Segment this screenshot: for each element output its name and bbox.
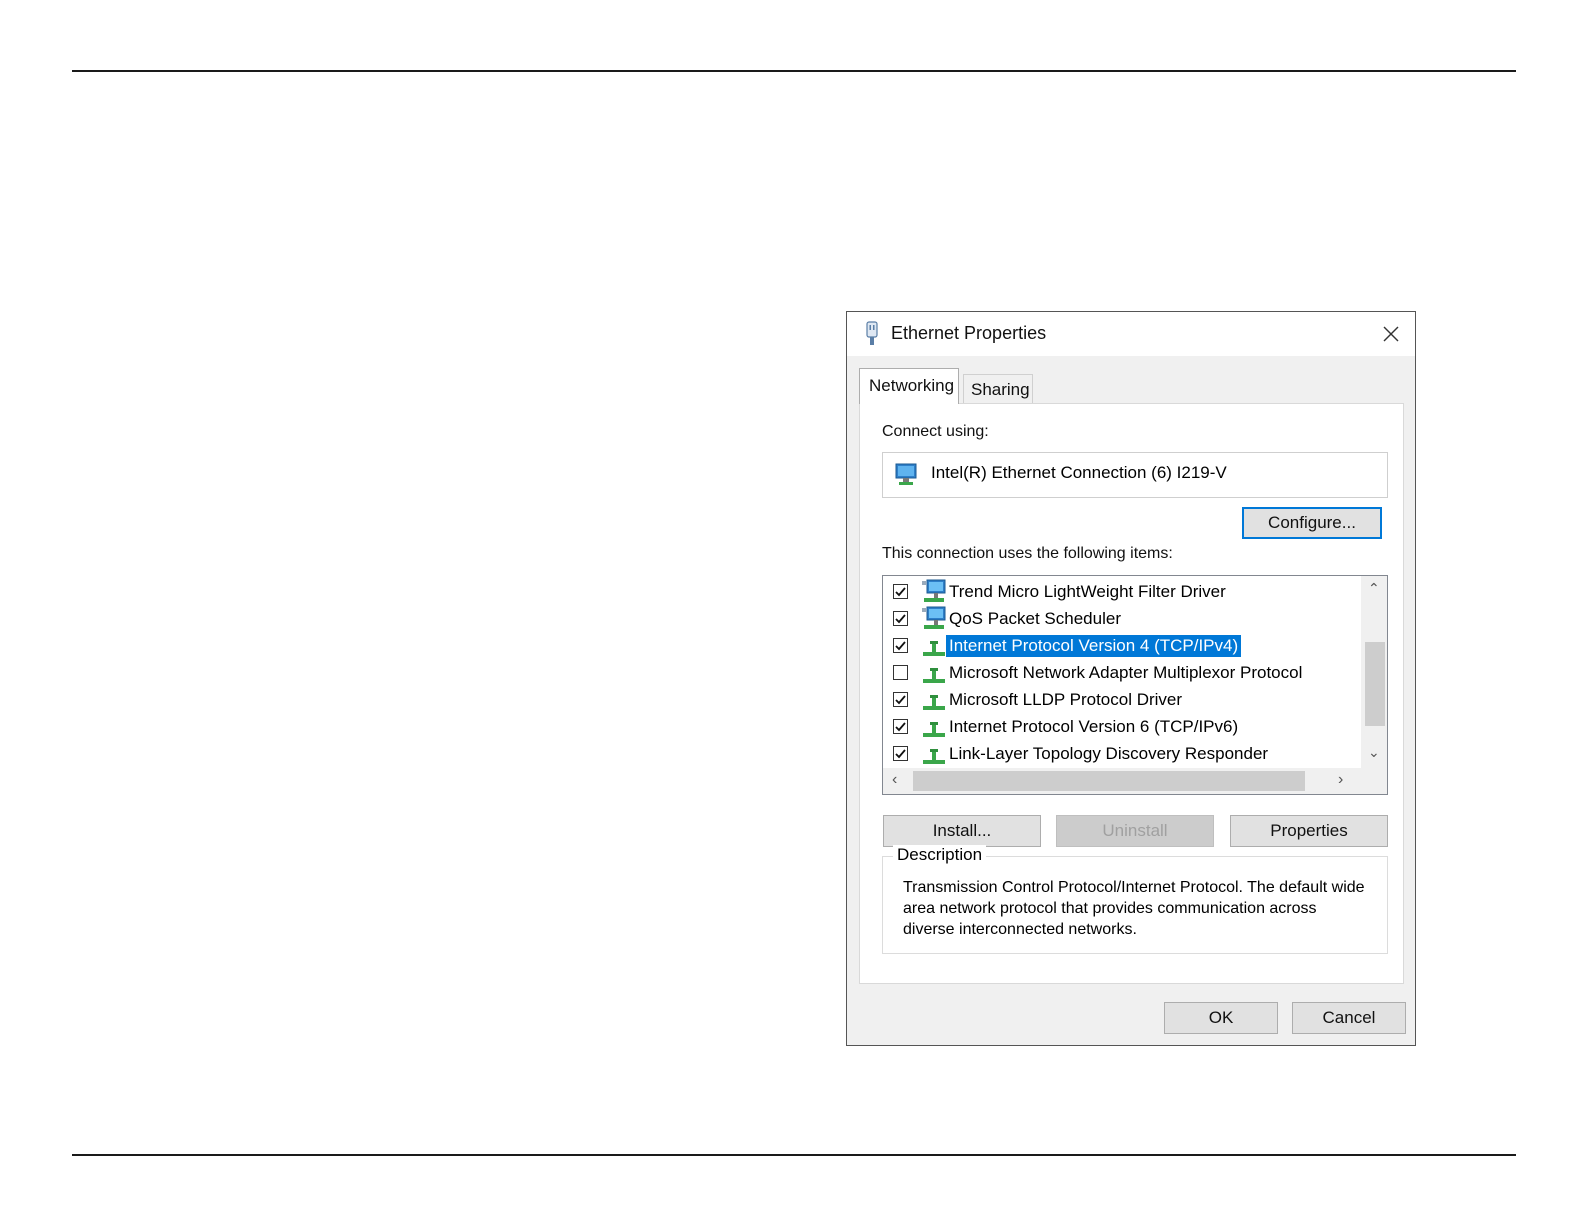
uninstall-button[interactable]: Uninstall: [1056, 815, 1214, 847]
list-item[interactable]: QoS Packet Scheduler: [883, 606, 1353, 633]
adapter-name: Intel(R) Ethernet Connection (6) I219-V: [931, 463, 1227, 482]
cancel-button[interactable]: Cancel: [1292, 1002, 1406, 1034]
horizontal-scroll-thumb[interactable]: [913, 771, 1305, 791]
scroll-right-icon[interactable]: ›: [1338, 771, 1343, 789]
networking-panel: Connect using: Intel(R) Ethernet Connect…: [859, 403, 1404, 984]
item-checkbox[interactable]: [893, 611, 908, 626]
title-bar: Ethernet Properties: [847, 312, 1415, 356]
list-item[interactable]: Internet Protocol Version 6 (TCP/IPv6): [883, 714, 1353, 741]
item-label: Internet Protocol Version 4 (TCP/IPv4): [946, 635, 1242, 657]
scroll-down-icon[interactable]: ⌄: [1368, 744, 1380, 761]
list-item[interactable]: Microsoft LLDP Protocol Driver: [883, 687, 1353, 714]
item-label: QoS Packet Scheduler: [949, 609, 1121, 628]
item-label: Internet Protocol Version 6 (TCP/IPv6): [949, 717, 1239, 736]
dialog-title: Ethernet Properties: [891, 323, 1047, 343]
network-service-icon: [921, 606, 947, 632]
items-label: This connection uses the following items…: [882, 545, 1173, 562]
close-icon[interactable]: [1373, 316, 1409, 352]
description-text: Transmission Control Protocol/Internet P…: [903, 879, 1365, 938]
items-list[interactable]: Trend Micro LightWeight Filter Driver QoS…: [882, 575, 1388, 795]
tab-networking[interactable]: Networking: [859, 368, 959, 404]
network-protocol-icon: [921, 633, 947, 659]
scrollbar-corner: [1361, 768, 1387, 794]
configure-button[interactable]: Configure...: [1242, 507, 1382, 539]
install-button[interactable]: Install...: [883, 815, 1041, 847]
item-checkbox[interactable]: [893, 719, 908, 734]
item-checkbox[interactable]: [893, 692, 908, 707]
list-item[interactable]: Microsoft Network Adapter Multiplexor Pr…: [883, 660, 1353, 687]
ethernet-properties-dialog: Ethernet Properties Networking Sharing C…: [846, 311, 1416, 1046]
network-service-icon: [921, 579, 947, 605]
ok-button[interactable]: OK: [1164, 1002, 1278, 1034]
item-checkbox[interactable]: [893, 638, 908, 653]
vertical-scroll-thumb[interactable]: [1365, 642, 1385, 726]
properties-button[interactable]: Properties: [1230, 815, 1388, 847]
item-checkbox[interactable]: [893, 584, 908, 599]
network-adapter-icon: [895, 463, 917, 485]
adapter-field: Intel(R) Ethernet Connection (6) I219-V: [882, 452, 1388, 498]
top-rule: [72, 70, 1516, 72]
list-item[interactable]: Trend Micro LightWeight Filter Driver: [883, 579, 1353, 606]
bottom-rule: [72, 1154, 1516, 1156]
network-protocol-icon: [921, 687, 947, 713]
list-item[interactable]: Internet Protocol Version 4 (TCP/IPv4): [883, 633, 1353, 660]
scroll-up-icon[interactable]: ⌃: [1368, 580, 1380, 597]
item-checkbox[interactable]: [893, 746, 908, 761]
connect-using-label: Connect using:: [882, 423, 989, 440]
item-label: Link-Layer Topology Discovery Responder: [949, 744, 1269, 763]
list-item[interactable]: Link-Layer Topology Discovery Responder: [883, 741, 1353, 768]
item-label: Microsoft LLDP Protocol Driver: [949, 690, 1183, 709]
description-title: Description: [893, 845, 987, 865]
item-checkbox[interactable]: [893, 665, 908, 680]
vertical-scrollbar[interactable]: ⌃ ⌄: [1361, 576, 1387, 768]
tab-sharing[interactable]: Sharing: [963, 374, 1033, 404]
network-protocol-icon: [921, 714, 947, 740]
horizontal-scrollbar[interactable]: ‹ ›: [883, 768, 1363, 794]
ethernet-adapter-icon: [866, 321, 878, 345]
description-group: Description Transmission Control Protoco…: [882, 845, 1388, 954]
scroll-left-icon[interactable]: ‹: [892, 771, 897, 789]
network-protocol-icon: [921, 741, 947, 767]
item-label: Microsoft Network Adapter Multiplexor Pr…: [949, 663, 1303, 682]
network-protocol-icon: [921, 660, 947, 686]
item-label: Trend Micro LightWeight Filter Driver: [949, 582, 1226, 601]
